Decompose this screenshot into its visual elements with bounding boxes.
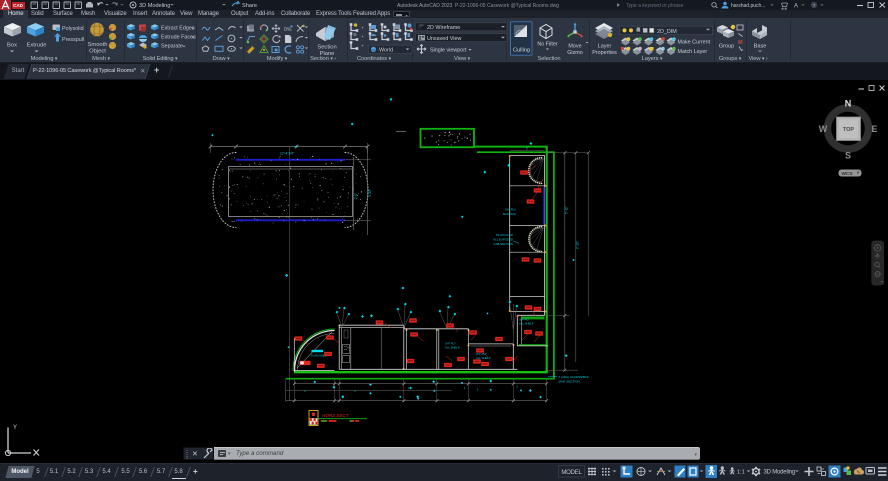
svg-text:3D Modeling: 3D Modeling xyxy=(139,3,170,9)
svg-text:Move: Move xyxy=(568,44,581,50)
svg-text:HORZ SECT: HORZ SECT xyxy=(322,413,350,418)
svg-text:Box: Box xyxy=(7,43,17,49)
svg-text:Type a keyword or phrase: Type a keyword or phrase xyxy=(626,3,684,9)
svg-text:WCS: WCS xyxy=(841,171,853,177)
svg-text:Presspull: Presspull xyxy=(62,37,84,43)
svg-text:W: W xyxy=(819,124,828,134)
svg-text:MODEL: MODEL xyxy=(561,470,582,476)
svg-text:2'-10": 2'-10" xyxy=(576,241,580,249)
svg-text:1: 1 xyxy=(464,386,466,390)
svg-text:World: World xyxy=(379,48,393,54)
svg-text:Unsaved View: Unsaved View xyxy=(427,36,461,42)
svg-text:12'-4 3/4": 12'-4 3/4" xyxy=(280,152,295,156)
svg-text:Extract Edges: Extract Edges xyxy=(161,26,195,32)
svg-text:3D Modeling: 3D Modeling xyxy=(764,470,796,476)
svg-text:Properties: Properties xyxy=(592,50,617,56)
svg-text:ALL SHELF: ALL SHELF xyxy=(519,322,534,326)
svg-text:Polysolid: Polysolid xyxy=(62,26,84,32)
svg-text:N: N xyxy=(845,99,852,109)
svg-text:Culling: Culling xyxy=(513,48,530,54)
svg-text:Share: Share xyxy=(242,3,257,9)
svg-text:1: 1 xyxy=(354,389,356,393)
svg-text:Make Current: Make Current xyxy=(678,40,711,46)
svg-text:2D_DIM: 2D_DIM xyxy=(657,29,677,35)
svg-text:CAB SECTION: CAB SECTION xyxy=(493,242,513,246)
svg-text:ALL EXPOSED: ALL EXPOSED xyxy=(493,238,513,242)
svg-text:Group: Group xyxy=(719,44,735,50)
svg-text:TOP: TOP xyxy=(843,127,855,133)
svg-text:Separate: Separate xyxy=(161,44,183,50)
svg-text:ALL SHELF: ALL SHELF xyxy=(445,346,460,350)
svg-text:2D Wireframe: 2D Wireframe xyxy=(427,25,460,31)
svg-text:S: S xyxy=(845,151,851,161)
svg-text:Extrude Faces: Extrude Faces xyxy=(161,35,196,41)
svg-text:Smooth: Smooth xyxy=(88,42,108,48)
svg-text:P-22-1096-05 Casework @Typical: P-22-1096-05 Casework @Typical Rooms.dwg xyxy=(455,3,559,9)
svg-text:1:1: 1:1 xyxy=(737,470,745,476)
svg-text:Match Layer: Match Layer xyxy=(678,49,708,55)
svg-text:Single viewport: Single viewport xyxy=(430,47,467,53)
svg-text:3'-10": 3'-10" xyxy=(368,189,372,197)
svg-text:0%: 0% xyxy=(284,27,292,33)
svg-text:BACKING: BACKING xyxy=(503,212,517,216)
svg-text:1: 1 xyxy=(516,385,518,389)
svg-text:E: E xyxy=(871,124,877,134)
svg-text:harshad.puch...: harshad.puch... xyxy=(731,3,765,9)
svg-text:Layer: Layer xyxy=(598,44,612,50)
svg-text:1: 1 xyxy=(477,387,479,391)
svg-text:Object: Object xyxy=(89,48,106,54)
svg-text:2'-0": 2'-0" xyxy=(354,193,358,199)
svg-text:Extrude: Extrude xyxy=(27,43,47,49)
svg-text:Section: Section xyxy=(317,45,336,51)
svg-text:A: A xyxy=(794,4,798,10)
svg-text:No Filter: No Filter xyxy=(537,42,558,48)
svg-text:Y: Y xyxy=(13,425,17,431)
svg-text:SINK SECTION: SINK SECTION xyxy=(559,379,580,383)
svg-text:3/4" PLY: 3/4" PLY xyxy=(505,208,516,212)
svg-text:Autodesk AutoCAD 2023: Autodesk AutoCAD 2023 xyxy=(397,3,453,9)
svg-text:Gizmo: Gizmo xyxy=(567,50,583,56)
svg-text:5'-11": 5'-11" xyxy=(565,206,569,214)
svg-text:Base: Base xyxy=(754,44,767,50)
svg-text:1: 1 xyxy=(304,389,306,393)
svg-text:2 (ADA) ACCESSIBLE: 2 (ADA) ACCESSIBLE xyxy=(559,375,589,379)
svg-text:P.LAM CLAD: P.LAM CLAD xyxy=(496,233,513,237)
